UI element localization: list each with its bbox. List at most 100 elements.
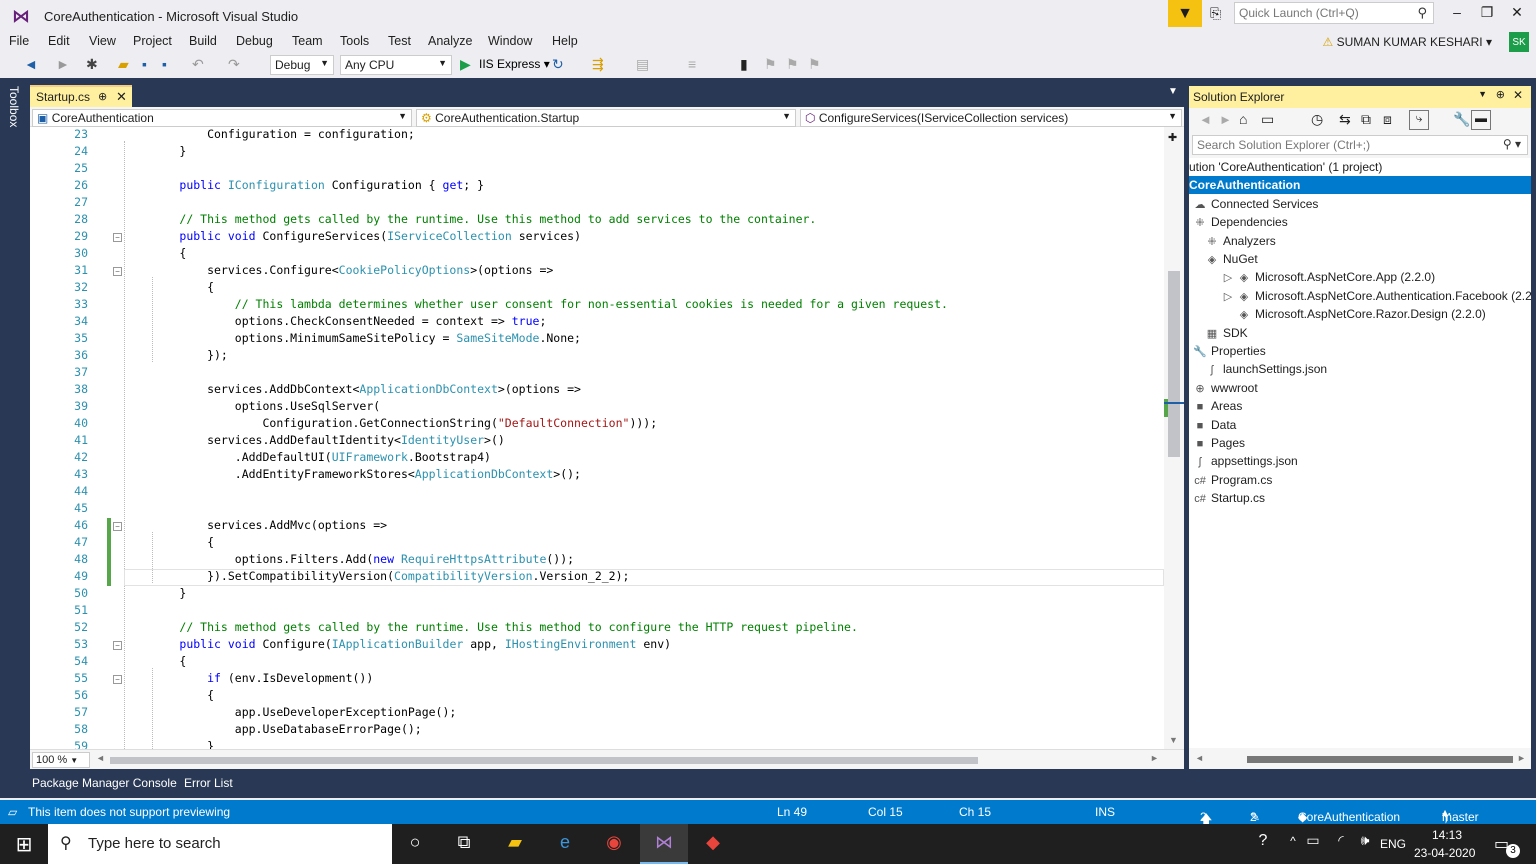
code-line[interactable]: options.MinimumSameSitePolicy = SameSite… (124, 331, 581, 345)
scroll-left-icon[interactable]: ◄ (96, 753, 105, 763)
file-explorer-icon[interactable]: ▰ (500, 832, 530, 856)
solution-tree-item[interactable]: 🔧 Properties (1189, 342, 1266, 360)
solution-tree-item[interactable]: ʃ appsettings.json (1189, 452, 1298, 470)
pin-icon[interactable]: ⊕ (1496, 88, 1505, 101)
expand-arrow-icon[interactable]: ▷ (1223, 288, 1233, 306)
toolbox-panel[interactable]: Toolbox (0, 78, 28, 798)
code-line[interactable]: public void Configure(IApplicationBuilde… (124, 637, 671, 651)
pin-icon[interactable]: ⊕ (98, 90, 107, 103)
quick-launch-input[interactable]: Quick Launch (Ctrl+Q) ⚲ (1234, 2, 1434, 24)
browser-link-icon[interactable]: ⇶ (592, 56, 604, 73)
platform-select[interactable]: Any CPU ▼ (340, 55, 452, 75)
cortana-icon[interactable]: ○ (400, 832, 430, 856)
solution-horizontal-scrollbar[interactable]: ◄ ► (1189, 749, 1531, 769)
code-line[interactable]: } (124, 586, 186, 600)
code-line[interactable]: { (124, 280, 214, 294)
back-icon[interactable]: ◄ (24, 56, 38, 72)
code-line[interactable]: public IConfiguration Configuration { ge… (124, 178, 484, 192)
code-editor[interactable]: 23 Configuration = configuration; 24 } 25 2… (30, 127, 1164, 749)
expand-arrow-icon[interactable]: ▷ (1223, 269, 1233, 287)
scroll-right-icon[interactable]: ► (1150, 753, 1159, 763)
solution-tree-item[interactable]: ʃ launchSettings.json (1189, 360, 1327, 378)
code-line[interactable]: } (124, 144, 186, 158)
vertical-scrollbar[interactable]: ✚ ▼ (1164, 127, 1184, 749)
solution-tree-item[interactable]: ▦ SDK (1189, 324, 1248, 342)
dock-icon[interactable]: ▬ (1471, 110, 1491, 130)
solution-tree-item[interactable]: ⊕ wwwroot (1189, 379, 1257, 397)
fold-toggle[interactable]: − (113, 233, 122, 242)
chrome-icon[interactable]: ◉ (599, 832, 629, 856)
menu-window[interactable]: Window (488, 34, 532, 48)
code-line[interactable]: { (124, 535, 214, 549)
minimize-button[interactable]: – (1442, 4, 1472, 20)
taskbar-search-input[interactable]: ⚲ Type here to search (48, 824, 392, 864)
bookmark-prev-icon[interactable]: ⚑ (764, 56, 777, 73)
scroll-right-icon[interactable]: ► (1517, 753, 1526, 763)
volume-icon[interactable]: 🕪 (1350, 832, 1380, 856)
close-icon[interactable]: ✕ (1513, 88, 1523, 102)
solution-tree-item[interactable]: c# Program.cs (1189, 471, 1272, 489)
bookmark-next-icon[interactable]: ⚑ (786, 56, 799, 73)
edge-icon[interactable]: e (550, 832, 580, 856)
switch-views-icon[interactable]: ▭ (1261, 111, 1274, 128)
menu-file[interactable]: File (9, 34, 29, 48)
language-indicator[interactable]: ENG (1380, 837, 1406, 851)
solution-tree-item[interactable]: c# Startup.cs (1189, 489, 1265, 507)
menu-edit[interactable]: Edit (48, 34, 70, 48)
save-all-icon[interactable]: ▪ (162, 56, 167, 72)
solution-tree-item[interactable]: ▷ ◈ Microsoft.AspNetCore.App (2.2.0) (1189, 268, 1435, 286)
code-line[interactable]: } (124, 739, 214, 749)
bookmark-clear-icon[interactable]: ⚑ (808, 56, 821, 73)
code-line[interactable]: options.Filters.Add(new RequireHttpsAttr… (124, 552, 574, 566)
code-line[interactable]: app.UseDeveloperExceptionPage(); (124, 705, 457, 719)
menu-team[interactable]: Team (292, 34, 323, 48)
solution-tree-item[interactable]: ⁜ Analyzers (1189, 232, 1275, 250)
forward-icon[interactable]: ► (56, 56, 70, 72)
new-project-icon[interactable]: ✱ (86, 56, 98, 73)
show-all-files-icon[interactable]: ⧈ (1383, 111, 1392, 128)
code-line[interactable]: services.AddDefaultIdentity<IdentityUser… (124, 433, 505, 447)
zoom-select[interactable]: 100 % ▼ (32, 752, 90, 768)
scroll-thumb[interactable] (1168, 271, 1180, 457)
menu-build[interactable]: Build (189, 34, 217, 48)
filter-icon[interactable]: ▼ (1168, 0, 1202, 27)
solution-search-input[interactable]: Search Solution Explorer (Ctrl+;) ⚲ ▾ (1192, 135, 1528, 155)
tab-startup-cs[interactable]: Startup.cs ⊕ ✕ (30, 85, 132, 107)
task-view-icon[interactable]: ⧉ (449, 832, 479, 856)
configuration-select[interactable]: Debug ▼ (270, 55, 334, 75)
run-target-button[interactable]: IIS Express ▾ (479, 57, 550, 71)
back-icon[interactable]: ◄ (1199, 112, 1212, 127)
tab-error-list[interactable]: Error List (184, 776, 233, 790)
code-line[interactable]: services.AddDbContext<ApplicationDbConte… (124, 382, 581, 396)
code-line[interactable]: // This method gets called by the runtim… (124, 620, 858, 634)
solution-tree-item[interactable]: ◈ NuGet (1189, 250, 1258, 268)
bookmark-icon[interactable]: ▮ (740, 56, 748, 73)
horizontal-scroll-thumb[interactable] (110, 757, 978, 764)
menu-tools[interactable]: Tools (340, 34, 369, 48)
solution-tree-item[interactable]: CoreAuthentication (1189, 176, 1531, 195)
code-line[interactable]: // This lambda determines whether user c… (124, 297, 948, 311)
run-icon[interactable]: ▶ (460, 56, 471, 73)
code-line[interactable]: public void ConfigureServices(IServiceCo… (124, 229, 581, 243)
visual-studio-taskbar-icon[interactable]: ⋈ (640, 824, 688, 864)
fold-toggle[interactable]: − (113, 675, 122, 684)
forward-icon[interactable]: ► (1219, 112, 1232, 127)
pending-changes-icon[interactable]: ◷ (1311, 111, 1323, 128)
code-line[interactable]: { (124, 688, 214, 702)
collapse-all-icon[interactable]: ⧉ (1361, 111, 1371, 128)
comment-icon[interactable]: ≡ (688, 56, 696, 72)
menu-project[interactable]: Project (133, 34, 172, 48)
solution-tree-item[interactable]: ution 'CoreAuthentication' (1 project) (1189, 158, 1382, 176)
menu-analyze[interactable]: Analyze (428, 34, 472, 48)
type-nav-select[interactable]: ⚙ CoreAuthentication.Startup ▼ (416, 109, 796, 127)
battery-icon[interactable]: ▭ (1298, 832, 1328, 856)
code-line[interactable]: options.CheckConsentNeeded = context => … (124, 314, 547, 328)
clock-date[interactable]: 23-04-2020 (1414, 846, 1475, 860)
solution-tree-item[interactable]: ◈ Microsoft.AspNetCore.Razor.Design (2.2.… (1189, 305, 1486, 323)
code-line[interactable]: Configuration.GetConnectionString("Defau… (124, 416, 657, 430)
fold-toggle[interactable]: − (113, 641, 122, 650)
project-nav-select[interactable]: ▣ CoreAuthentication ▼ (32, 109, 412, 127)
user-account[interactable]: ⚠ SUMAN KUMAR KESHARI ▾ (1323, 35, 1493, 49)
refresh-icon[interactable]: ↻ (552, 56, 564, 73)
scroll-left-icon[interactable]: ◄ (1195, 753, 1204, 763)
